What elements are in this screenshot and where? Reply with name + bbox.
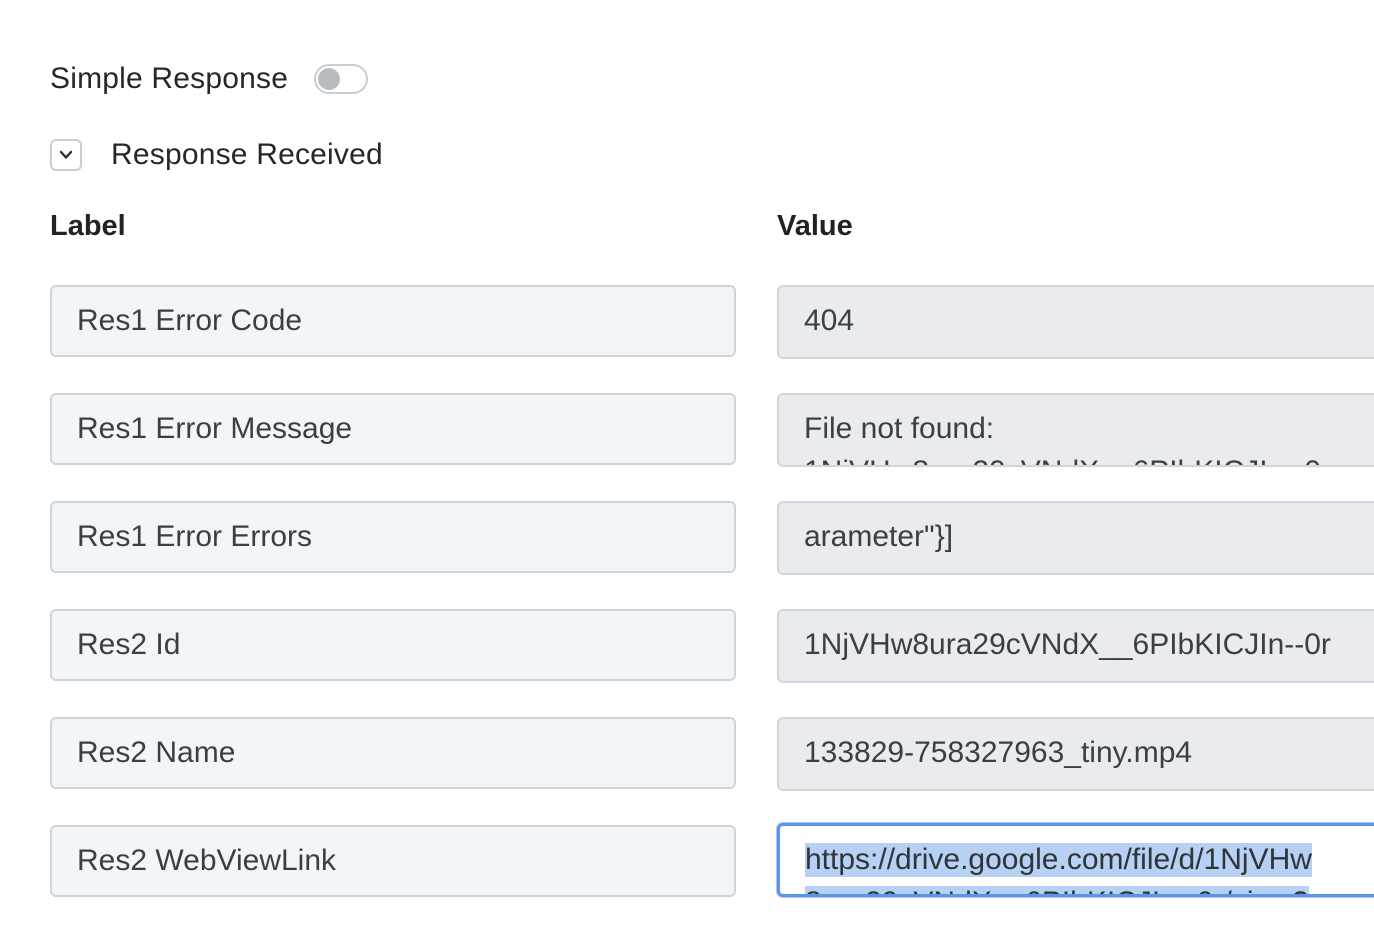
response-received-header[interactable]: Response Received xyxy=(50,136,383,174)
response-settings-panel: Simple Response Response Received Label … xyxy=(0,0,1374,938)
value-text: 404 xyxy=(804,304,855,337)
label-field-res1-error-message[interactable]: Res1 Error Message xyxy=(50,393,736,465)
value-column-header: Value xyxy=(777,210,853,242)
value-field-res1-error-errors[interactable]: arameter"}] xyxy=(777,501,1374,575)
label-field-res2-webviewlink[interactable]: Res2 WebViewLink xyxy=(50,825,736,897)
simple-response-toggle[interactable] xyxy=(314,64,369,94)
value-field-res1-error-message[interactable]: File not found: 1NjVHw8ura29cVNdX__6PIbK… xyxy=(777,393,1374,467)
value-text: arameter"}] xyxy=(804,520,954,553)
selected-value-text-overflow: 8ura29cVNdX__6PIbKICJIn--0r/view? xyxy=(805,886,1309,894)
simple-response-label: Simple Response xyxy=(50,62,289,95)
value-field-res2-name[interactable]: 133829-758327963_tiny.mp4 xyxy=(777,717,1374,791)
response-received-collapse-button[interactable] xyxy=(50,139,82,171)
value-text-overflow: 1NjVHw8ura29cVNdX__6PIbKICJIn--0r xyxy=(804,455,1331,465)
value-field-res2-id[interactable]: 1NjVHw8ura29cVNdX__6PIbKICJIn--0r xyxy=(777,609,1374,683)
response-received-title: Response Received xyxy=(111,138,383,171)
label-field-res1-error-code[interactable]: Res1 Error Code xyxy=(50,285,736,357)
value-text: 133829-758327963_tiny.mp4 xyxy=(804,736,1193,769)
chevron-down-icon xyxy=(59,150,73,159)
toggle-knob xyxy=(318,68,341,90)
value-text: 1NjVHw8ura29cVNdX__6PIbKICJIn--0r xyxy=(804,628,1331,661)
label-column-header: Label xyxy=(50,210,126,242)
value-field-res1-error-code[interactable]: 404 xyxy=(777,285,1374,359)
label-field-res2-name[interactable]: Res2 Name xyxy=(50,717,736,789)
label-field-res1-error-errors[interactable]: Res1 Error Errors xyxy=(50,501,736,573)
value-text: File not found: xyxy=(804,412,995,445)
value-field-res2-webviewlink[interactable]: https://drive.google.com/file/d/1NjVHw 8… xyxy=(777,823,1374,897)
simple-response-row: Simple Response xyxy=(50,58,369,100)
selected-value-text: https://drive.google.com/file/d/1NjVHw xyxy=(805,843,1312,877)
label-field-res2-id[interactable]: Res2 Id xyxy=(50,609,736,681)
